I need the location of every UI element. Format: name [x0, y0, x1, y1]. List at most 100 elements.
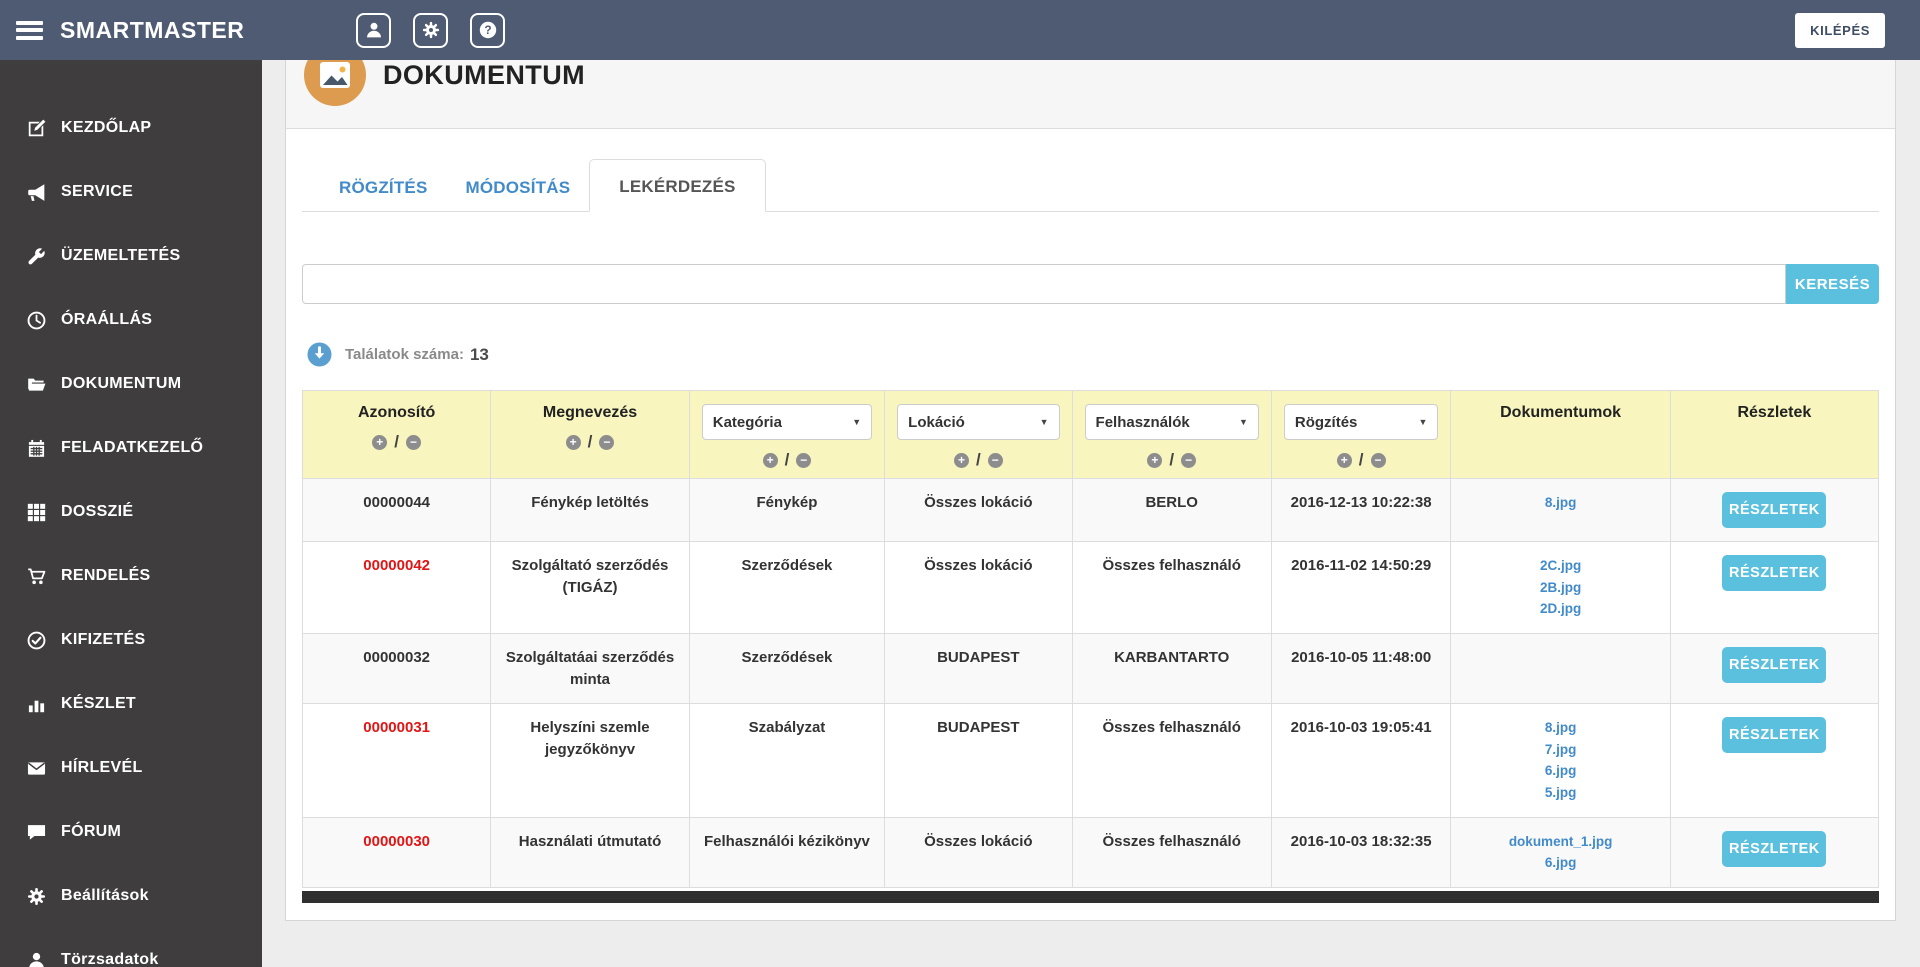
sidebar-item-keszlet[interactable]: KÉSZLET — [0, 672, 262, 736]
column-label: Részletek — [1737, 404, 1812, 421]
sort-controls: + / − — [886, 450, 1070, 470]
column-filter-rogzites[interactable]: Rögzítés ▼ — [1283, 404, 1439, 440]
sort-remove-icon[interactable]: − — [406, 434, 422, 450]
sort-controls: + / − — [492, 432, 687, 452]
sort-remove-icon[interactable]: − — [987, 452, 1003, 468]
sort-separator: / — [1169, 450, 1175, 469]
cell-documents: 8.jpg 7.jpg 6.jpg 5.jpg — [1450, 703, 1671, 818]
sidebar-item-hirlevel[interactable]: HÍRLEVÉL — [0, 736, 262, 800]
logout-button[interactable]: KILÉPÉS — [1795, 12, 1885, 48]
panel-body: RÖGZÍTÉS MÓDOSÍTÁS LEKÉRDEZÉS KERESÉS Talá… — [286, 159, 1895, 903]
cell-recorded: 2016-10-03 18:32:35 — [1270, 816, 1452, 888]
column-filter-kategoria[interactable]: Kategória ▼ — [701, 404, 873, 440]
sidebar-item-feladatkezelo[interactable]: FELADATKEZELŐ — [0, 416, 262, 480]
document-link[interactable]: 7.jpg — [1457, 739, 1663, 761]
sidebar-item-label: HÍRLEVÉL — [61, 759, 143, 776]
sort-separator: / — [784, 450, 790, 469]
user-button[interactable] — [356, 12, 392, 48]
details-button[interactable]: RÉSZLETEK — [1722, 555, 1827, 591]
sidebar-item-torzsadatok[interactable]: Törzsadatok — [0, 928, 262, 967]
table-row: 00000032 Szolgáltatáai szerződés minta Sze… — [301, 632, 1880, 705]
chevron-down-icon: ▼ — [1418, 417, 1428, 427]
sort-remove-icon[interactable]: − — [599, 434, 615, 450]
document-link[interactable]: 5.jpg — [1457, 782, 1663, 804]
tab-rogzites[interactable]: RÖGZÍTÉS — [320, 168, 447, 212]
sidebar-item-uzemeltetes[interactable]: ÜZEMELTETÉS — [0, 224, 262, 288]
megaphone-icon — [27, 183, 46, 202]
document-link[interactable]: 2D.jpg — [1457, 598, 1663, 620]
sidebar-item-beallitasok[interactable]: Beállítások — [0, 864, 262, 928]
search-bar: KERESÉS — [302, 264, 1879, 304]
details-button[interactable]: RÉSZLETEK — [1722, 646, 1827, 683]
filter-selected-value: Felhasználók — [1095, 413, 1190, 431]
sort-remove-icon[interactable]: − — [1181, 452, 1197, 468]
sidebar-item-label: KIFIZETÉS — [61, 631, 146, 648]
dokumentum-panel: DOKUMENTUM RÖGZÍTÉS MÓDOSÍTÁS LEKÉRDEZÉS K… — [285, 21, 1896, 921]
results-count: 13 — [469, 344, 489, 364]
document-link[interactable]: 8.jpg — [1457, 717, 1663, 739]
details-button[interactable]: RÉSZLETEK — [1722, 717, 1827, 754]
pencil-square-icon — [27, 119, 46, 138]
cell-location: BUDAPEST — [884, 703, 1073, 818]
gear-icon — [27, 887, 46, 906]
sidebar-item-kifizetes[interactable]: KIFIZETÉS — [0, 608, 262, 672]
column-label: Megnevezés — [542, 404, 638, 421]
document-link[interactable]: 2C.jpg — [1457, 555, 1663, 577]
sort-add-icon[interactable]: + — [762, 452, 778, 468]
sort-add-icon[interactable]: + — [372, 434, 388, 450]
check-circle-icon — [27, 631, 46, 650]
document-link[interactable]: 2B.jpg — [1457, 577, 1663, 599]
table-row: 00000044 Fénykép letöltés Fénykép Összes lo… — [301, 478, 1880, 542]
help-button[interactable]: ? — [470, 12, 506, 48]
document-link[interactable]: 6.jpg — [1457, 760, 1663, 782]
sidebar-item-rendeles[interactable]: RENDELÉS — [0, 544, 262, 608]
sidebar-item-label: SERVICE — [61, 183, 134, 200]
sort-remove-icon[interactable]: − — [796, 452, 812, 468]
row-id: 00000032 — [363, 648, 431, 666]
details-button[interactable]: RÉSZLETEK — [1722, 830, 1827, 867]
cell-documents: dokument_1.jpg 6.jpg — [1450, 816, 1671, 888]
column-filter-lokacio[interactable]: Lokáció ▼ — [897, 404, 1060, 440]
document-link[interactable]: 8.jpg — [1457, 492, 1663, 514]
cell-category: Szabályzat — [688, 703, 886, 818]
gear-button[interactable] — [413, 12, 449, 48]
sort-separator: / — [587, 432, 593, 451]
details-button[interactable]: RÉSZLETEK — [1722, 492, 1827, 528]
top-header-bar: SMARTMASTER ? KILÉPÉS — [0, 0, 1920, 60]
cell-details: RÉSZLETEK — [1669, 703, 1880, 818]
document-link[interactable]: 6.jpg — [1457, 852, 1663, 874]
sidebar-item-label: Beállítások — [61, 887, 149, 904]
sidebar-item-dokumentum[interactable]: DOKUMENTUM — [0, 352, 262, 416]
sort-add-icon[interactable]: + — [1147, 452, 1163, 468]
cell-users: Összes felhasználó — [1071, 703, 1272, 818]
tab-lekerdezes[interactable]: LEKÉRDEZÉS — [589, 159, 766, 212]
search-button[interactable]: KERESÉS — [1786, 264, 1879, 304]
sidebar-item-service[interactable]: SERVICE — [0, 160, 262, 224]
sidebar-item-dosszie[interactable]: DOSSZIÉ — [0, 480, 262, 544]
grid-icon — [27, 503, 46, 522]
hamburger-menu-icon[interactable] — [16, 17, 43, 43]
main-content: DOKUMENTUM RÖGZÍTÉS MÓDOSÍTÁS LEKÉRDEZÉS K… — [262, 0, 1920, 921]
sort-add-icon[interactable]: + — [953, 452, 969, 468]
down-arrow-circle-icon[interactable] — [307, 342, 332, 367]
comment-icon — [27, 823, 46, 842]
sort-controls: + / − — [1273, 450, 1450, 470]
column-filter-felhasznalok[interactable]: Felhasználók ▼ — [1084, 404, 1259, 440]
row-id: 00000030 — [363, 832, 431, 850]
tab-modositas[interactable]: MÓDOSÍTÁS — [447, 168, 590, 212]
sidebar-item-forum[interactable]: FÓRUM — [0, 800, 262, 864]
sort-separator: / — [975, 450, 981, 469]
page-title: DOKUMENTUM — [383, 59, 585, 90]
sidebar-item-label: FELADATKEZELŐ — [61, 439, 204, 456]
cell-location: Összes lokáció — [884, 541, 1073, 634]
envelope-icon — [27, 759, 46, 778]
sort-add-icon[interactable]: + — [565, 434, 581, 450]
chevron-down-icon: ▼ — [852, 417, 862, 427]
document-link[interactable]: dokument_1.jpg — [1457, 831, 1663, 853]
sidebar-item-oraallas[interactable]: ÓRAÁLLÁS — [0, 288, 262, 352]
sidebar-item-kezdolap[interactable]: KEZDŐLAP — [0, 96, 262, 160]
sidebar-item-label: ÓRAÁLLÁS — [61, 311, 153, 328]
sort-remove-icon[interactable]: − — [1370, 452, 1386, 468]
search-input[interactable] — [302, 264, 1786, 304]
sort-add-icon[interactable]: + — [1336, 452, 1352, 468]
